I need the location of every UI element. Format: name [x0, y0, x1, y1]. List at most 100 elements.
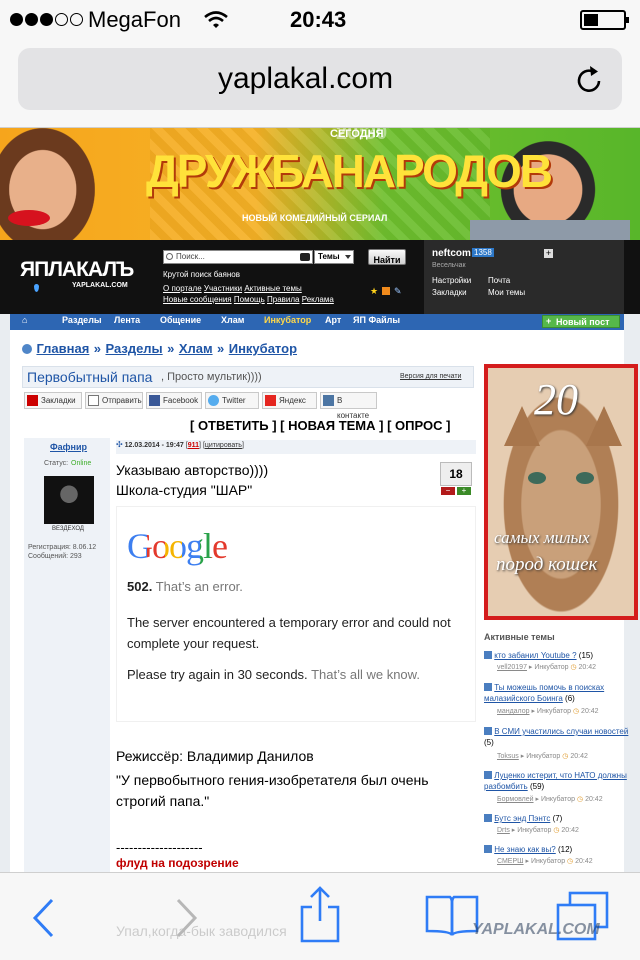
nav-talk[interactable]: Общение — [160, 315, 201, 325]
url-field[interactable]: yaplakal.com — [18, 48, 622, 110]
share-twitter-button[interactable]: Twitter — [205, 392, 259, 409]
search-input[interactable]: Поиск... — [163, 250, 313, 264]
url-domain: yaplakal.com — [218, 62, 394, 95]
breadcrumb-separator: » — [167, 341, 175, 356]
active-topic-title[interactable]: кто забанил Youtube ? — [494, 651, 576, 660]
banner-title: ДРУЖБАНАРОДОВ — [146, 145, 553, 197]
user-my-topics-link[interactable]: Мои темы — [488, 288, 525, 297]
nav-feed[interactable]: Лента — [114, 315, 140, 325]
active-topic-section[interactable]: Инкубатор — [537, 708, 571, 715]
breadcrumb-home[interactable]: Главная — [36, 341, 89, 356]
user-bookmarks-link[interactable]: Закладки — [432, 288, 467, 297]
active-topic[interactable]: Луценко истерит, что НАТО должны разбомб… — [484, 770, 634, 792]
share-yandex-button[interactable]: Яндекс — [262, 392, 317, 409]
rating-minus-button[interactable]: − — [441, 487, 455, 495]
author-registration: Регистрация: 8.06.12 — [28, 544, 97, 551]
star-icon[interactable]: ★ — [370, 286, 378, 297]
error-title: That’s an error. — [155, 579, 243, 594]
share-vkontakte-button[interactable]: В контакте — [320, 392, 377, 420]
active-topic-title[interactable]: Луценко истерит, что НАТО должны разбомб… — [484, 771, 627, 791]
link-rules[interactable]: Правила — [267, 295, 299, 304]
share-bookmarks-button[interactable]: Закладки — [24, 392, 82, 409]
breadcrumb-junk[interactable]: Хлам — [179, 341, 213, 356]
user-settings-link[interactable]: Настройки — [432, 276, 471, 285]
user-mail-link[interactable]: Почта — [488, 276, 510, 285]
active-topic[interactable]: Ты можешь помочь в поисках малазийского … — [484, 682, 634, 704]
back-arrow-icon[interactable] — [30, 897, 56, 939]
active-topic-user[interactable]: СМЕРШ — [497, 858, 524, 865]
rating-plus-button[interactable]: + — [457, 487, 471, 495]
search-button[interactable]: Найти — [368, 249, 406, 265]
active-topic-section[interactable]: Инкубатор — [517, 827, 551, 834]
print-version-link[interactable]: Версия для печати — [400, 373, 461, 380]
envelope-icon — [88, 395, 99, 406]
cat-ear-right — [586, 406, 622, 446]
nav-incubator[interactable]: Инкубатор — [264, 315, 311, 325]
plus-icon: + — [546, 316, 552, 326]
camera-icon[interactable] — [300, 253, 310, 261]
active-topic-title[interactable]: Не знаю как вы? — [494, 845, 556, 854]
site-logo[interactable]: ЯПЛАКАЛЪ YAPLAKAL.COM — [20, 258, 152, 292]
active-topic-section[interactable]: Инкубатор — [531, 858, 565, 865]
search-tagline[interactable]: Крутой поиск баянов — [163, 270, 240, 279]
rss-icon[interactable] — [382, 287, 390, 295]
battery-icon — [580, 10, 629, 30]
active-topic-user[interactable]: Drts — [497, 827, 510, 834]
error-retry: Please try again in 30 seconds. That’s a… — [127, 667, 420, 682]
plus-icon[interactable]: + — [544, 249, 553, 258]
post-line-1: Указываю авторство)))) — [116, 462, 269, 478]
clock-icon: ◷ — [553, 827, 560, 834]
active-topic-title[interactable]: Ты можешь помочь в поисках малазийского … — [484, 683, 604, 703]
active-topic[interactable]: Бутс энд Пэнтс (7) — [484, 813, 634, 824]
signal-dots-icon — [10, 12, 88, 28]
nav-sections[interactable]: Разделы — [62, 315, 102, 325]
active-topic-title[interactable]: Бутс энд Пэнтс — [494, 814, 550, 823]
active-topic-section[interactable]: Инкубатор — [534, 664, 568, 671]
active-topic-user[interactable]: мандалор — [497, 708, 530, 715]
active-topic[interactable]: В СМИ участились случаи новостей (5) — [484, 726, 634, 748]
active-topic[interactable]: Не знаю как вы? (12) — [484, 844, 634, 855]
error-heading: 502. That’s an error. — [127, 579, 243, 594]
side-ad-banner[interactable]: 20 самых милых пород кошек — [484, 364, 638, 620]
active-topic-title[interactable]: В СМИ участились случаи новостей — [494, 727, 628, 736]
home-icon[interactable]: ⌂ — [22, 315, 27, 325]
nav-junk[interactable]: Хлам — [221, 315, 244, 325]
share-email-button[interactable]: Отправить — [85, 392, 143, 409]
link-ads[interactable]: Реклама — [302, 295, 334, 304]
share-icon[interactable] — [300, 885, 340, 943]
active-topic-user[interactable]: Toksus — [497, 753, 519, 760]
quote-link[interactable]: цитировать — [205, 442, 242, 449]
breadcrumb-sections[interactable]: Разделы — [105, 341, 162, 356]
link-about[interactable]: О портале — [163, 284, 202, 293]
nav-art[interactable]: Арт — [325, 315, 341, 325]
post-id[interactable]: 911 — [188, 442, 199, 449]
search-scope-select[interactable]: Темы — [314, 250, 354, 264]
link-members[interactable]: Участники — [204, 284, 242, 293]
reload-icon[interactable] — [576, 64, 604, 94]
new-post-button[interactable]: + Новый пост — [542, 315, 620, 328]
share-facebook-button[interactable]: Facebook — [146, 392, 202, 409]
user-name[interactable]: neftcom — [432, 248, 471, 259]
promo-banner[interactable]: 20:30 СЕГОДНЯ ДРУЖБАНАРОДОВ НОВЫЙ КОМЕДИ… — [0, 128, 640, 240]
banner-today: СЕГОДНЯ — [330, 128, 384, 140]
topic-bullet-icon — [484, 814, 492, 822]
avatar[interactable] — [44, 476, 94, 524]
link-new-messages[interactable]: Новые сообщения — [163, 295, 232, 304]
topic-actions[interactable]: [ ОТВЕТИТЬ ] [ НОВАЯ ТЕМА ] [ ОПРОС ] — [190, 418, 450, 433]
active-topic[interactable]: кто забанил Youtube ? (15) — [484, 650, 634, 661]
embedded-error-frame: Google 502. That’s an error. The server … — [116, 506, 476, 722]
breadcrumb-incubator[interactable]: Инкубатор — [229, 341, 297, 356]
active-topic-section[interactable]: Инкубатор — [526, 753, 560, 760]
link-help[interactable]: Помощь — [234, 295, 265, 304]
active-topic-user[interactable]: Бормовлей — [497, 796, 534, 803]
author-name[interactable]: Фафнир — [50, 442, 87, 452]
active-topic-section[interactable]: Инкубатор — [541, 796, 575, 803]
carrier-name: MegaFon — [88, 7, 181, 32]
link-active-topics[interactable]: Активные темы — [244, 284, 301, 293]
active-topic-time: 20:42 — [575, 858, 593, 865]
active-topic-user[interactable]: vell20197 — [497, 664, 527, 671]
pencil-icon[interactable]: ✎ — [394, 286, 402, 297]
nav-files[interactable]: ЯП Файлы — [353, 315, 400, 325]
forward-arrow-icon[interactable] — [174, 897, 200, 939]
banner-actress-lips — [8, 210, 50, 226]
